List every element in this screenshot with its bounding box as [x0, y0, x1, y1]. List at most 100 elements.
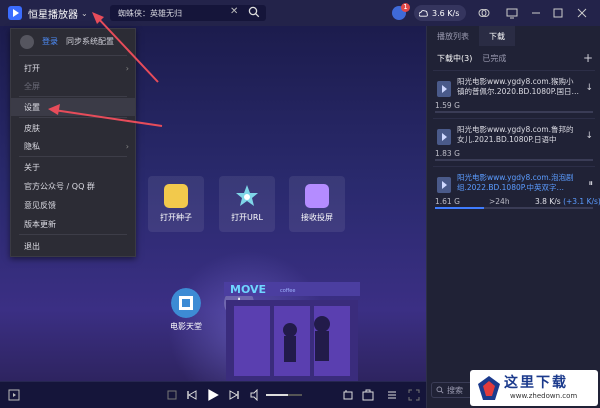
toolbox-icon[interactable]: [362, 389, 374, 401]
speed-indicator[interactable]: 3.6 K/s: [414, 5, 466, 21]
menu-item-open[interactable]: 打开 ›: [11, 59, 135, 77]
download-progress: [435, 111, 593, 113]
open-url-button[interactable]: 打开URL: [219, 176, 275, 232]
menu-item-about[interactable]: 关于: [11, 158, 135, 176]
screen-icon[interactable]: [506, 7, 518, 19]
volume-level: [266, 394, 288, 396]
menu-item-label: 打开: [24, 63, 40, 73]
panel-search-placeholder: 搜索: [447, 385, 463, 395]
add-download-icon[interactable]: +: [583, 51, 593, 65]
menu-item-label: 全屏: [24, 81, 40, 91]
menu-item-label: 官方公众号 / QQ 群: [24, 181, 95, 191]
panel-tabs: 播放列表 下载: [427, 26, 600, 46]
watermark-url: www.zhedown.com: [510, 392, 578, 400]
coffee-shop-illustration: MOVE coffee: [224, 282, 360, 381]
screenshot-icon[interactable]: [342, 389, 354, 401]
menu-item-label: 皮肤: [24, 123, 40, 133]
menu-divider: [19, 117, 127, 118]
download-size: 1.83 G: [435, 149, 460, 158]
video-file-icon: [437, 81, 451, 97]
cast-screen-icon: [305, 184, 329, 208]
app-name[interactable]: 恒星播放器: [28, 6, 78, 21]
tab-playlist[interactable]: 播放列表: [427, 26, 479, 46]
open-url-label: 打开URL: [231, 213, 263, 222]
volume-slider[interactable]: [266, 394, 302, 396]
chevron-right-icon: ›: [125, 63, 129, 73]
tab-download[interactable]: 下载: [479, 26, 515, 46]
open-torrent-label: 打开种子: [160, 213, 192, 222]
menu-item-official-account[interactable]: 官方公众号 / QQ 群: [11, 177, 135, 195]
menu-divider: [19, 96, 127, 97]
stop-icon[interactable]: [166, 389, 178, 401]
watermark-text: 这里下载: [504, 375, 568, 391]
star-link-icon: [236, 185, 258, 206]
video-file-icon: [437, 177, 451, 193]
shop-sign: MOVE: [230, 283, 266, 296]
search-icon[interactable]: [248, 6, 260, 18]
menu-divider: [19, 55, 127, 56]
menu-item-label: 关于: [24, 162, 40, 172]
download-name: 阳光电影www.ygdy8.com.泡泡剧组.2022.BD.1080P.中英双…: [457, 173, 574, 192]
movie-heaven-label: 电影天堂: [170, 322, 202, 331]
sync-config-link[interactable]: 同步系统配置: [66, 36, 114, 47]
minimize-icon[interactable]: [530, 7, 542, 19]
menu-item-label: 隐私: [24, 141, 40, 151]
menu-item-skin[interactable]: 皮肤: [11, 119, 135, 137]
menu-divider: [19, 234, 127, 235]
menu-item-settings[interactable]: 设置: [11, 98, 135, 116]
list-icon[interactable]: [386, 389, 398, 401]
volume-icon[interactable]: [250, 389, 262, 401]
previous-icon[interactable]: [186, 389, 198, 401]
download-name: 阳光电影www.ygdy8.com.鲁邦的女儿.2021.BD.1080P.日语…: [457, 125, 574, 144]
menu-item-label: 意见反馈: [24, 200, 56, 210]
pause-icon[interactable]: ⏸: [588, 179, 593, 189]
search-icon: [436, 386, 444, 394]
menu-item-fullscreen: 全屏: [11, 77, 135, 95]
clear-search-icon[interactable]: ✕: [230, 6, 238, 17]
app-logo-icon[interactable]: [8, 6, 22, 20]
tab-completed[interactable]: 已完成: [482, 53, 506, 64]
download-item-active[interactable]: 阳光电影www.ygdy8.com.泡泡剧组.2022.BD.1080P.中英双…: [433, 166, 600, 212]
speed-value: 3.6 K/s: [432, 8, 460, 18]
download-sub-tabs: 下载中(3) 已完成 +: [427, 50, 600, 66]
download-progress: [435, 159, 593, 161]
receive-cast-button[interactable]: 接收投屏: [289, 176, 345, 232]
receive-cast-label: 接收投屏: [301, 213, 333, 222]
movie-heaven-shortcut[interactable]: 电影天堂: [170, 288, 202, 332]
menu-user-row: 登录 同步系统配置: [11, 29, 135, 54]
tab-downloading[interactable]: 下载中(3): [437, 53, 472, 64]
watermark-logo: [478, 376, 500, 400]
fullscreen-icon[interactable]: [408, 389, 420, 401]
download-item[interactable]: 阳光电影www.ygdy8.com.鲁邦的女儿.2021.BD.1080P.日语…: [433, 118, 595, 164]
menu-item-exit[interactable]: 退出: [11, 237, 135, 255]
close-icon[interactable]: [576, 7, 588, 19]
download-progress-fill: [435, 207, 484, 209]
download-name: 阳光电影www.ygdy8.com.猴购小镇的普佩尔.2020.BD.1080P…: [457, 77, 579, 96]
download-speed-value: 3.8 K/s: [535, 197, 561, 206]
site-watermark: 这里下载 www.zhedown.com: [470, 370, 598, 406]
download-icon[interactable]: ↓: [585, 83, 593, 93]
download-item[interactable]: 阳光电影www.ygdy8.com.猴购小镇的普佩尔.2020.BD.1080P…: [433, 70, 595, 116]
open-file-icon[interactable]: [8, 389, 20, 401]
login-link[interactable]: 登录: [42, 36, 58, 47]
notification-badge: 1: [401, 3, 410, 12]
open-torrent-button[interactable]: 打开种子: [148, 176, 204, 232]
menu-item-update[interactable]: 版本更新: [11, 215, 135, 233]
video-file-icon: [437, 129, 451, 145]
maximize-icon[interactable]: [552, 7, 564, 19]
download-progress: [435, 207, 593, 209]
menu-item-feedback[interactable]: 意见反馈: [11, 196, 135, 214]
play-icon[interactable]: [206, 388, 220, 402]
torrent-file-icon: [164, 184, 188, 208]
skin-icon[interactable]: [478, 7, 490, 19]
download-speed: 3.8 K/s (+3.1 K/s): [535, 197, 600, 206]
menu-item-privacy[interactable]: 隐私 ›: [11, 137, 135, 155]
search-input[interactable]: 蜘蛛侠：英雄无归: [110, 5, 266, 21]
avatar[interactable]: [20, 34, 34, 49]
chevron-down-icon[interactable]: ⌄: [81, 9, 88, 18]
control-bar: [0, 381, 426, 408]
download-icon[interactable]: ↓: [585, 131, 593, 141]
menu-item-label: 版本更新: [24, 219, 56, 229]
next-icon[interactable]: [228, 389, 240, 401]
menu-item-label: 退出: [24, 241, 40, 251]
